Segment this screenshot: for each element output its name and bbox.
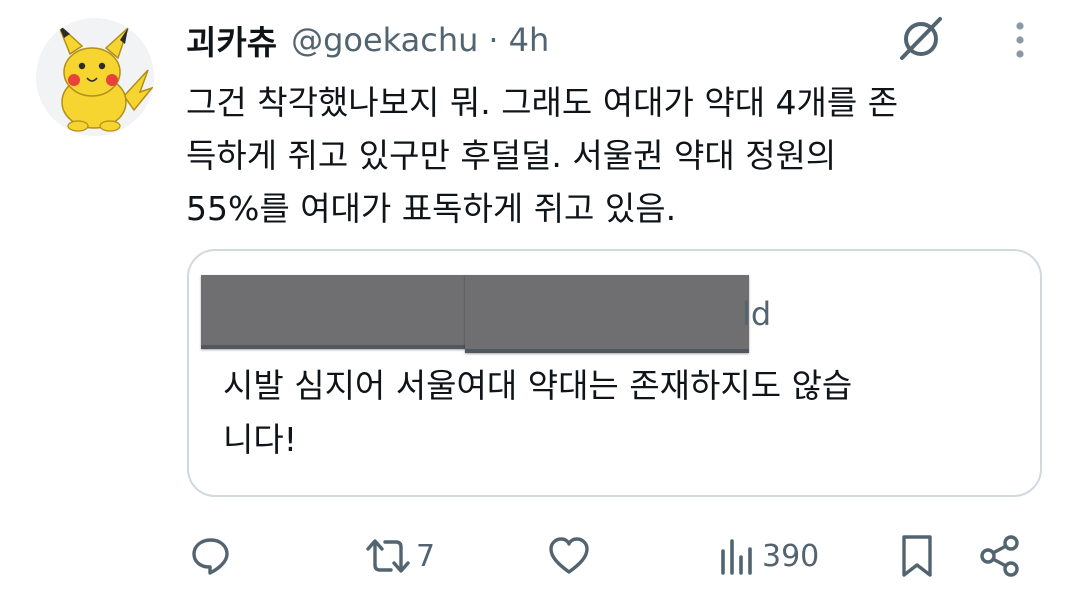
- separator-dot: ·: [488, 21, 499, 59]
- heart-icon: [549, 537, 589, 574]
- views-button[interactable]: 390: [718, 530, 819, 582]
- tweet-action-bar: 7 390: [0, 530, 1080, 582]
- retweet-button[interactable]: 7: [364, 530, 435, 582]
- quoted-tweet-card[interactable]: ld 시발 심지어 서울여대 약대는 존재하지도 않습 니다!: [187, 249, 1042, 497]
- reply-button[interactable]: [190, 530, 232, 582]
- share-icon: [980, 535, 1019, 577]
- pikachu-avatar-icon: [57, 23, 154, 132]
- redacted-handle-block: [465, 275, 749, 353]
- tweet-text: 그건 착각했나보지 뭐. 그래도 여대가 약대 4개를 존 득하게 쥐고 있구만…: [186, 83, 899, 228]
- retweet-count: 7: [416, 538, 436, 574]
- grok-icon[interactable]: [894, 14, 948, 62]
- quoted-handle-fragment: ld: [742, 295, 772, 333]
- like-button[interactable]: [548, 530, 590, 582]
- redacted-name-block: [201, 275, 469, 349]
- bookmark-icon: [902, 535, 932, 577]
- views-icon: [721, 539, 752, 575]
- reply-icon: [192, 538, 229, 575]
- quoted-tweet-text: 시발 심지어 서울여대 약대는 존재하지도 않습 니다!: [223, 366, 853, 459]
- retweet-icon: [366, 539, 410, 573]
- display-name[interactable]: 괴카츄: [186, 16, 277, 64]
- views-count: 390: [762, 538, 820, 574]
- user-handle[interactable]: @goekachu: [291, 21, 478, 59]
- more-options-icon[interactable]: [1008, 20, 1032, 66]
- tweet-header: 괴카츄 @goekachu · 4h: [186, 16, 549, 64]
- bookmark-button[interactable]: [898, 530, 936, 582]
- timestamp[interactable]: 4h: [509, 21, 550, 59]
- avatar[interactable]: [36, 18, 154, 136]
- share-button[interactable]: [978, 530, 1022, 582]
